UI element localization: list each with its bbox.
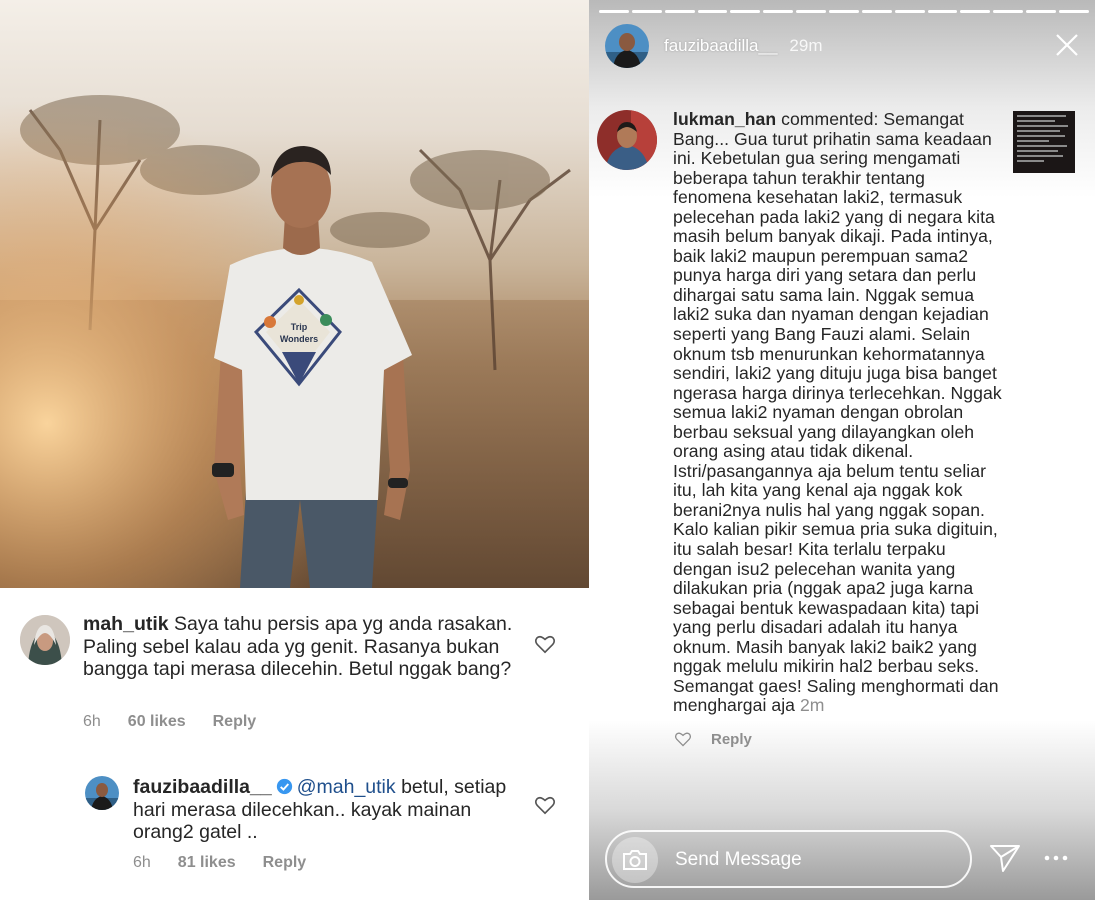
user-avatar-icon [605,24,649,68]
post-thumbnail[interactable] [1013,111,1075,173]
comment-time: 6h [83,713,101,730]
progress-segment [1026,10,1057,13]
story-avatar[interactable] [605,24,649,68]
camera-icon [623,850,647,870]
progress-segment [960,10,991,13]
camera-button[interactable] [612,837,658,883]
story-comment: lukman_han commented: Semangat Bang... G… [673,109,1003,716]
comment-username[interactable]: lukman_han [673,109,776,129]
comment-username[interactable]: mah_utik [83,613,169,635]
user-avatar-icon [20,615,70,665]
close-icon[interactable] [1055,33,1079,57]
comment-username[interactable]: fauzibaadilla__ [133,776,272,798]
progress-segment [927,10,958,13]
progress-segment [993,10,1024,13]
story-panel: fauzibaadilla__ 29m lukman_han commented… [589,0,1095,900]
comment-likes[interactable]: 60 likes [128,713,186,731]
verified-badge-icon [276,778,292,795]
post-panel: Trip Wonders mah_utik Saya tahu persis a… [0,0,589,900]
send-direct-icon[interactable] [989,843,1021,873]
like-heart-icon[interactable] [534,795,556,815]
comment-meta: 6h 81 likes Reply [133,854,306,872]
avatar[interactable] [85,776,119,810]
progress-segment [796,10,827,13]
progress-segment [1059,10,1089,13]
avatar[interactable] [20,615,70,665]
comment-likes[interactable]: 81 likes [178,854,236,872]
like-heart-icon[interactable] [534,634,556,654]
story-username[interactable]: fauzibaadilla__ [664,36,777,56]
progress-segment [829,10,859,13]
send-message-input[interactable]: Send Message [605,830,972,888]
comment-time: 2m [799,695,825,716]
progress-segment [631,10,662,13]
user-avatar-icon [597,110,657,170]
progress-segment [697,10,728,13]
more-options-icon[interactable] [1044,853,1068,863]
reply-button[interactable]: Reply [711,731,752,748]
post-photo-illustration: Trip Wonders [0,0,589,588]
progress-segment [763,10,794,13]
shirt-print-line1: Trip [291,322,308,332]
progress-segment [730,10,761,13]
story-progress-bar [599,10,1089,13]
post-photo[interactable]: Trip Wonders [0,0,589,588]
progress-segment [894,10,925,13]
reply-button[interactable]: Reply [263,854,307,872]
comment-meta: 6h 60 likes Reply [83,713,256,731]
like-heart-icon[interactable] [674,731,692,747]
reply-button[interactable]: Reply [213,713,257,731]
user-avatar-icon [85,776,119,810]
comment-mention[interactable]: @mah_utik [297,776,396,798]
comment-body: commented: Semangat Bang... Gua turut pr… [673,109,1002,716]
comment-fauzibaadilla: fauzibaadilla__ @mah_utik betul, setiap h… [133,776,523,844]
progress-segment [664,10,695,13]
comment-time: 6h [133,854,151,871]
story-time: 29m [789,36,823,55]
progress-segment [599,10,629,13]
story-header: fauzibaadilla__ 29m [605,24,823,68]
message-placeholder: Send Message [675,849,802,870]
progress-segment [861,10,892,13]
avatar[interactable] [597,110,657,170]
shirt-print-line2: Wonders [280,334,318,344]
comment-mah-utik: mah_utik Saya tahu persis apa yg anda ra… [83,613,513,681]
